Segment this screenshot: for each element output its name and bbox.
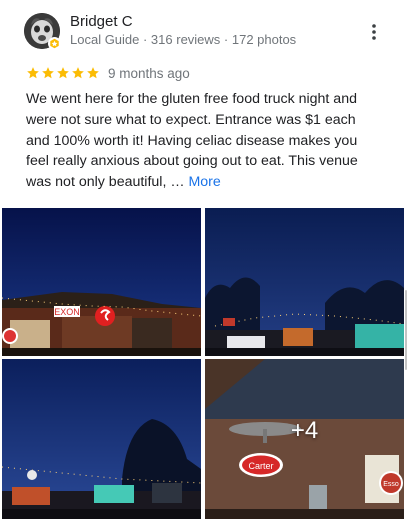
- review-text: We went here for the gluten free food tr…: [26, 89, 384, 193]
- review-photo-4-more[interactable]: Carter Esso +4: [205, 359, 404, 519]
- star-rating: [26, 66, 100, 80]
- local-guide-badge-icon: [48, 37, 61, 50]
- star-icon: [72, 67, 84, 79]
- review-text-line: We went here for the gluten free food tr…: [26, 91, 357, 107]
- rating-row: 9 months ago: [26, 65, 190, 81]
- review-text-line: feel really anxious about going out to e…: [26, 153, 358, 170]
- more-options-icon[interactable]: [364, 20, 384, 44]
- review-time: 9 months ago: [108, 65, 190, 81]
- more-photos-count: +4: [290, 417, 319, 444]
- star-icon: [27, 67, 39, 79]
- reviewer-meta: Local Guide · 316 reviews · 172 photos: [70, 32, 297, 47]
- reviewer-name[interactable]: Bridget C: [70, 13, 133, 30]
- star-icon: [42, 67, 54, 79]
- more-link[interactable]: More: [188, 174, 220, 190]
- review-text-line: and 100% worth it! Having celiac disease…: [26, 132, 358, 149]
- review-text-truncated: was not only beautiful, …: [26, 174, 189, 191]
- review-photo-2[interactable]: [205, 208, 404, 356]
- review-photo-1[interactable]: EXON: [2, 208, 201, 356]
- carter-sign-text: Carter: [248, 461, 273, 471]
- review-header: Bridget C Local Guide · 316 reviews · 17…: [24, 12, 384, 52]
- esso-sign-text: Esso: [383, 481, 399, 488]
- star-icon: [87, 67, 99, 79]
- review-photo-3[interactable]: [2, 359, 201, 519]
- star-icon: [57, 67, 69, 79]
- review-text-line: were not sure what to expect. Entrance w…: [26, 111, 356, 128]
- exxon-sign-text: EXON: [54, 307, 80, 317]
- review-text-line-last: was not only beautiful, … More: [26, 172, 384, 193]
